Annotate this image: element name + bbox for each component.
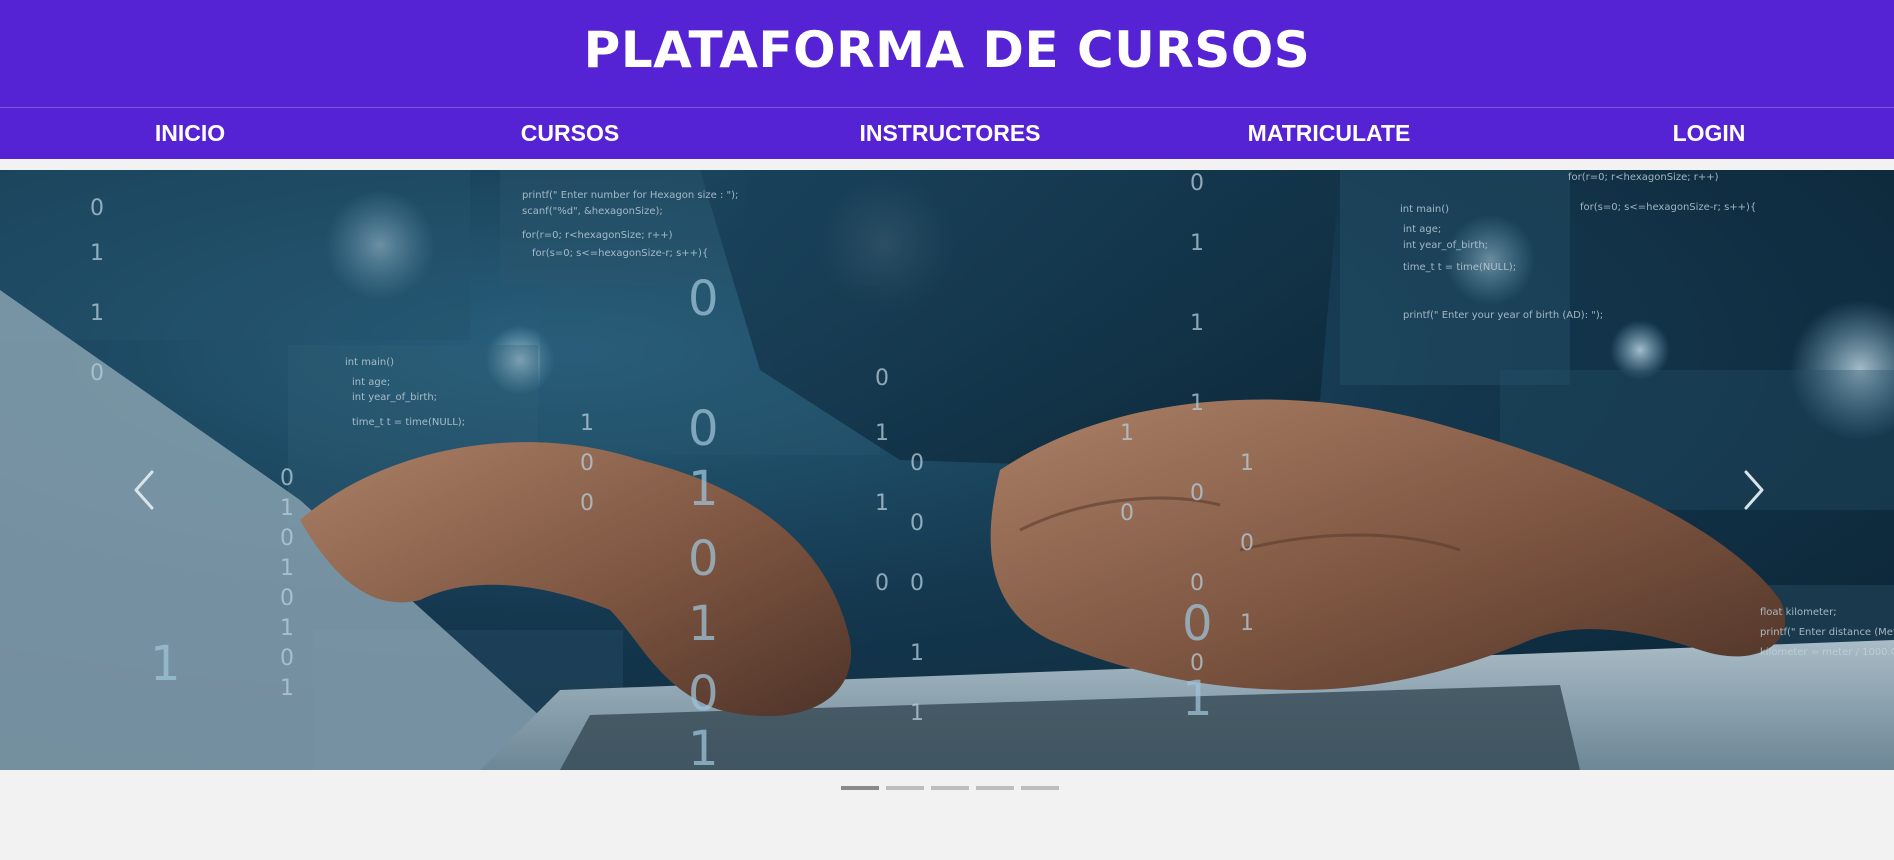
hero-image: 0110 01010101 100 0110 00011 0111000 10 … xyxy=(0,170,1894,770)
nav-item-login[interactable]: LOGIN xyxy=(1579,108,1839,159)
site-title: PLATAFORMA DE CURSOS xyxy=(583,21,1311,79)
carousel-indicators xyxy=(0,786,1894,792)
nav-item-inicio[interactable]: INICIO xyxy=(60,108,320,159)
chevron-left-icon xyxy=(134,470,154,510)
nav-item-cursos[interactable]: CURSOS xyxy=(440,108,700,159)
carousel-indicator-5[interactable] xyxy=(1021,786,1059,790)
carousel-prev-button[interactable] xyxy=(122,460,162,520)
carousel-indicator-2[interactable] xyxy=(886,786,924,790)
nav-item-instructores[interactable]: INSTRUCTORES xyxy=(820,108,1080,159)
nav-item-matriculate[interactable]: MATRICULATE xyxy=(1199,108,1459,159)
carousel-indicator-1[interactable] xyxy=(841,786,879,790)
carousel-indicator-4[interactable] xyxy=(976,786,1014,790)
carousel-next-button[interactable] xyxy=(1736,460,1776,520)
site-header: PLATAFORMA DE CURSOS xyxy=(0,0,1894,107)
hero-carousel: 0110 01010101 100 0110 00011 0111000 10 … xyxy=(0,170,1894,770)
main-nav: INICIO CURSOS INSTRUCTORES MATRICULATE L… xyxy=(0,107,1894,159)
carousel-indicator-3[interactable] xyxy=(931,786,969,790)
chevron-right-icon xyxy=(1744,470,1764,510)
